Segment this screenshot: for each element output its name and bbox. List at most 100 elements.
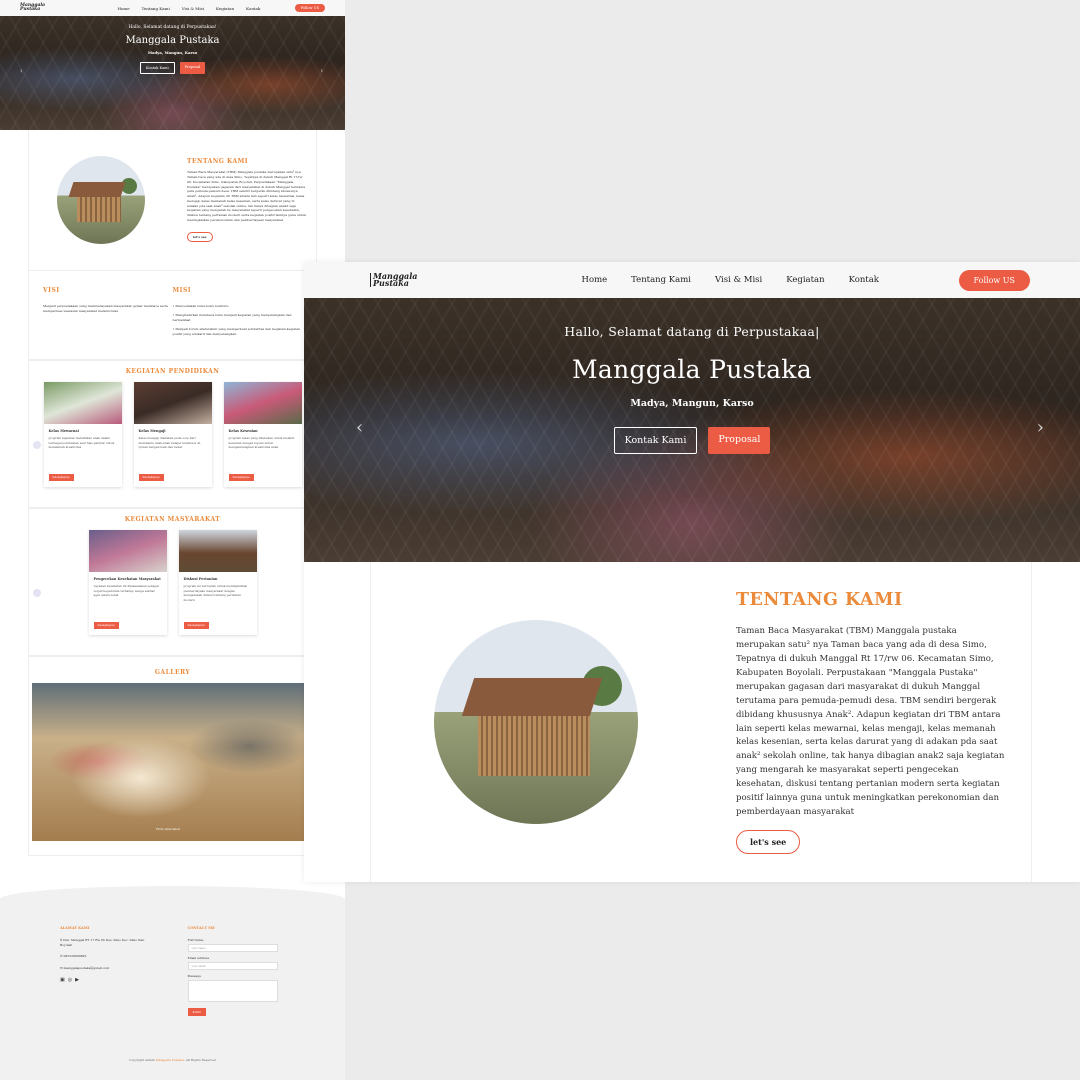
hero-carousel: ‹ › Hallo, Selamat datang di Perpustakaa…	[304, 298, 1080, 562]
about-image	[57, 156, 145, 244]
phone-row: ✆ 085328890895	[60, 954, 158, 959]
address-text: Dsn. Manggal RT 17 Rw 06 Des. Simo Kec. …	[60, 938, 146, 947]
nav-item-home[interactable]: Home	[118, 6, 130, 11]
activity-text: program kegiatan melatihkan anak dalam b…	[48, 436, 115, 449]
logo[interactable]: Manggala Pustaka	[20, 4, 45, 12]
visi-text: Menjadi perpustakaan yang membudayakan m…	[43, 304, 168, 313]
selengkapnya-button[interactable]: Selengkapnya	[93, 622, 119, 629]
kontak-kami-button[interactable]: Kontak Kami	[139, 62, 175, 74]
activity-title: Pengecekan Kesehatan Masyarakat	[93, 577, 161, 581]
activity-title: Kelas Mewarnai	[48, 429, 79, 433]
activity-text: program ini bertujuan untuk meningkatkan…	[183, 584, 248, 602]
nav-item-home[interactable]: Home	[582, 275, 608, 285]
lets-see-button[interactable]: let's see	[187, 231, 213, 242]
about-text-block: TENTANG KAMI Taman Baca Masyarakat (TBM)…	[736, 590, 1005, 854]
contact-title: CONTACT ME	[187, 926, 215, 930]
visi-block: VISI Menjadi perpustakaan yang membudaya…	[43, 287, 173, 343]
hut-roof-shape	[461, 678, 603, 716]
footer: ALAMAT KAMI ⚲ Dsn. Manggal RT 17 Rw 06 D…	[0, 926, 345, 1080]
activity-title: Kelas Mengaji	[138, 429, 166, 433]
address-row: ⚲ Dsn. Manggal RT 17 Rw 06 Des. Simo Kec…	[60, 938, 158, 947]
about-paragraph: Taman Baca Masyarakat (TBM) Manggala pus…	[187, 170, 306, 223]
zoomed-detail-screenshot: Manggala Pustaka Home Tentang Kami Visi …	[304, 262, 1080, 882]
misi-block: MISI • Menyediakan buku-buku bermutu • M…	[173, 287, 303, 343]
kegiatan-masyarakat-cards: Pengecekan Kesehatan Masyarakat Layanan …	[29, 530, 316, 635]
hero-buttons: Kontak Kami Proposal	[304, 427, 1080, 454]
activity-image	[43, 382, 122, 424]
about-paragraph: Taman Baca Masyarakat (TBM) Manggala pus…	[736, 626, 1005, 818]
misi-item: • Menyediakan buku-buku bermutu	[172, 304, 229, 308]
name-input[interactable]: your name	[187, 944, 278, 952]
copyright-brand[interactable]: Manggala Pustaka	[156, 1058, 184, 1062]
hero-greeting: Hallo, Selamat datang di Perpustakaa|	[564, 324, 820, 339]
about-title: TENTANG KAMI	[736, 590, 903, 611]
visi-misi-section: VISI Menjadi perpustakaan yang membudaya…	[28, 270, 317, 360]
nav-item-tentang-kami[interactable]: Tentang Kami	[142, 6, 170, 11]
logo[interactable]: Manggala Pustaka	[370, 272, 417, 287]
hut-roof-shape	[68, 182, 126, 197]
activity-card: Pengecekan Kesehatan Masyarakat Layanan …	[88, 530, 167, 635]
activity-card: Kelas Mewarnai program kegiatan melatihk…	[43, 382, 122, 487]
activity-text: Layanan kesehatan ini dilaksanakan sebag…	[93, 584, 159, 597]
carousel-dot[interactable]	[33, 441, 41, 449]
activity-image	[88, 530, 167, 572]
misi-title: MISI	[172, 287, 192, 294]
selengkapnya-button[interactable]: Selengkapnya	[183, 622, 209, 629]
activity-image	[178, 530, 257, 572]
address-title: ALAMAT KAMI	[60, 926, 90, 930]
proposal-button[interactable]: Proposal	[708, 427, 771, 454]
hero-greeting: Hallo, Selamat datang di Perpustakaa!	[128, 25, 217, 30]
facebook-icon[interactable]: ▣	[60, 977, 65, 983]
misi-item-text: Menyediakan buku-buku bermutu	[175, 304, 229, 308]
send-button[interactable]: Kirim	[187, 1008, 206, 1016]
nav-item-kontak[interactable]: Kontak	[246, 6, 260, 11]
about-section: TENTANG KAMI Taman Baca Masyarakat (TBM)…	[28, 130, 317, 270]
proposal-button[interactable]: Proposal	[179, 62, 206, 74]
activity-title: Diskusi Pertanian	[183, 577, 218, 581]
social-links: ▣ ◎ ▶	[60, 977, 158, 983]
message-textarea[interactable]	[187, 980, 278, 1002]
follow-us-button[interactable]: Follow US	[958, 269, 1030, 291]
activity-card: Diskusi Pertanian program ini bertujuan …	[178, 530, 257, 635]
nav-item-visi-misi[interactable]: Visi & Misi	[715, 275, 762, 285]
misi-item: • Menghadirkan membaca buku menjadi kegi…	[172, 312, 292, 322]
navbar: Manggala Pustaka Home Tentang Kami Visi …	[304, 262, 1080, 298]
footer-contact-col: CONTACT ME Full Name your name Email add…	[187, 926, 286, 1080]
follow-us-button[interactable]: Follow US	[294, 4, 325, 12]
email-input[interactable]: your email	[187, 962, 278, 970]
nav-item-kegiatan[interactable]: Kegiatan	[216, 6, 234, 11]
about-section: TENTANG KAMI Taman Baca Masyarakat (TBM)…	[370, 562, 1032, 882]
hero-carousel: ‹ › Hallo, Selamat datang di Perpustakaa…	[0, 16, 345, 130]
nav-item-kontak[interactable]: Kontak	[849, 275, 879, 285]
footer-wave	[0, 886, 345, 926]
activity-image	[133, 382, 212, 424]
nav-item-tentang-kami[interactable]: Tentang Kami	[631, 275, 691, 285]
email-label: Email address	[187, 956, 210, 960]
kontak-kami-button[interactable]: Kontak Kami	[613, 427, 698, 454]
gallery-image[interactable]: First slide label	[32, 683, 304, 841]
youtube-icon[interactable]: ▶	[75, 977, 79, 983]
nav-menu: Home Tentang Kami Visi & Misi Kegiatan K…	[502, 275, 959, 285]
kegiatan-pendidikan-section: KEGIATAN PENDIDIKAN Kelas Mewarnai progr…	[28, 360, 317, 508]
hut-body-shape	[478, 716, 590, 776]
hero-buttons: Kontak Kami Proposal	[0, 62, 345, 74]
hero-title: Manggala Pustaka	[572, 355, 812, 384]
selengkapnya-button[interactable]: Selengkapnya	[138, 474, 164, 481]
selengkapnya-button[interactable]: Selengkapnya	[228, 474, 254, 481]
misi-item: • Menjadi forum silaturahmi yang memperk…	[172, 326, 301, 336]
about-title: TENTANG KAMI	[187, 158, 249, 166]
kegiatan-masyarakat-section: KEGIATAN MASYARAKAT Pengecekan Kesehatan…	[28, 508, 317, 656]
instagram-icon[interactable]: ◎	[68, 977, 72, 983]
footer-address-col: ALAMAT KAMI ⚲ Dsn. Manggal RT 17 Rw 06 D…	[60, 926, 158, 1080]
activity-card: Kelas Kesenian program kelas yang dilaku…	[223, 382, 302, 487]
nav-item-kegiatan[interactable]: Kegiatan	[786, 275, 824, 285]
activity-card: Kelas Mengaji Kelas mengaji diadakan pad…	[133, 382, 212, 487]
lets-see-button[interactable]: let's see	[736, 829, 801, 854]
nav-item-visi-misi[interactable]: Visi & Misi	[182, 6, 204, 11]
carousel-dot[interactable]	[33, 589, 41, 597]
gallery-caption: First slide label	[156, 827, 180, 831]
selengkapnya-button[interactable]: Selengkapnya	[48, 474, 74, 481]
hero-tagline: Madya, Mangun, Karso	[630, 398, 754, 409]
kegiatan-pendidikan-title: KEGIATAN PENDIDIKAN	[125, 368, 220, 375]
nav-menu: Home Tentang Kami Visi & Misi Kegiatan K…	[83, 6, 295, 11]
